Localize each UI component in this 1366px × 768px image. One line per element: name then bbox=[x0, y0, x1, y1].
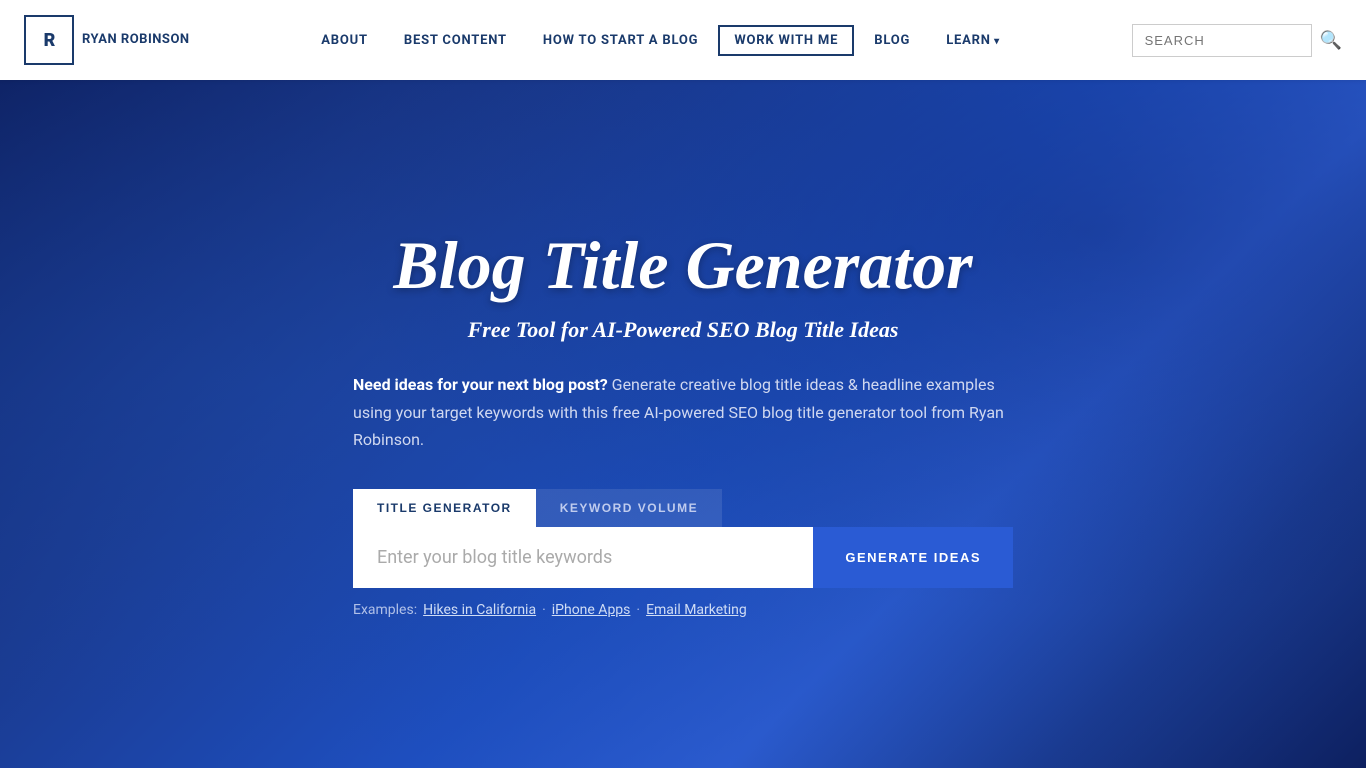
nav-about[interactable]: ABOUT bbox=[305, 25, 384, 56]
hero-content: Blog Title Generator Free Tool for AI-Po… bbox=[333, 230, 1033, 489]
nav-blog[interactable]: BLOG bbox=[858, 25, 926, 56]
examples-row: Examples: Hikes in California · iPhone A… bbox=[353, 602, 1013, 618]
brand-name: RYAN ROBINSON bbox=[82, 32, 190, 48]
search-container: 🔍 bbox=[1132, 24, 1342, 57]
tool-tabs: TITLE GENERATOR KEYWORD VOLUME bbox=[353, 489, 1013, 527]
example-iphone-apps[interactable]: iPhone Apps bbox=[552, 602, 631, 618]
search-input[interactable] bbox=[1132, 24, 1312, 57]
main-nav: ABOUT BEST CONTENT HOW TO START A BLOG W… bbox=[305, 25, 1016, 56]
hero-title: Blog Title Generator bbox=[353, 230, 1013, 301]
nav-best-content[interactable]: BEST CONTENT bbox=[388, 25, 523, 56]
tab-keyword-volume[interactable]: KEYWORD VOLUME bbox=[536, 489, 722, 527]
nav-how-to-start[interactable]: HOW TO START A BLOG bbox=[527, 25, 714, 56]
example-email-marketing[interactable]: Email Marketing bbox=[646, 602, 747, 618]
tab-title-generator[interactable]: TITLE GENERATOR bbox=[353, 489, 536, 527]
keyword-input[interactable] bbox=[353, 527, 813, 588]
example-hikes-california[interactable]: Hikes in California bbox=[423, 602, 536, 618]
example-separator-1: · bbox=[542, 602, 546, 618]
hero-section: Blog Title Generator Free Tool for AI-Po… bbox=[0, 0, 1366, 768]
examples-label: Examples: bbox=[353, 602, 417, 618]
hero-subtitle: Free Tool for AI-Powered SEO Blog Title … bbox=[353, 317, 1013, 343]
hero-description-bold: Need ideas for your next blog post? bbox=[353, 375, 608, 394]
tool-tabs-container: TITLE GENERATOR KEYWORD VOLUME GENERATE … bbox=[353, 489, 1013, 588]
example-separator-2: · bbox=[636, 602, 640, 618]
logo-icon: R bbox=[24, 15, 74, 65]
generate-ideas-button[interactable]: GENERATE IDEAS bbox=[813, 527, 1013, 588]
nav-learn[interactable]: LEARN bbox=[930, 25, 1016, 56]
search-button[interactable]: 🔍 bbox=[1320, 30, 1342, 51]
site-header: R RYAN ROBINSON ABOUT BEST CONTENT HOW T… bbox=[0, 0, 1366, 80]
generator-form: GENERATE IDEAS bbox=[353, 527, 1013, 588]
hero-description: Need ideas for your next blog post? Gene… bbox=[353, 371, 1013, 453]
logo[interactable]: R RYAN ROBINSON bbox=[24, 15, 190, 65]
nav-work-with-me[interactable]: WORK WITH ME bbox=[718, 25, 854, 56]
